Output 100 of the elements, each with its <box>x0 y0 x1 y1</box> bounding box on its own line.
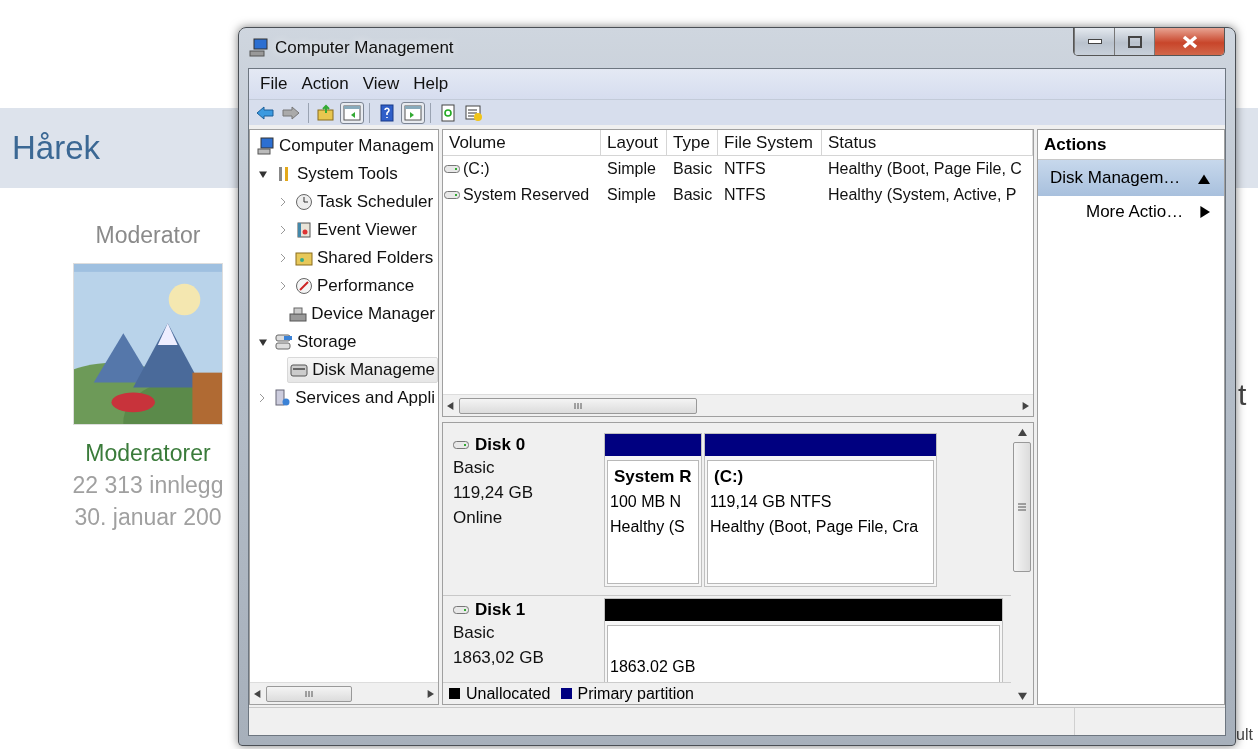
toolbar-button[interactable] <box>340 101 364 124</box>
scrollbar-thumb[interactable] <box>459 397 697 414</box>
background-text-fragment: t <box>1238 378 1247 412</box>
menu-item[interactable]: View <box>355 74 407 94</box>
tree-item[interactable]: Performance <box>292 273 418 299</box>
table-cell-text: Simple <box>606 185 657 205</box>
legend-label: Unallocated <box>466 684 551 703</box>
scrollbar-thumb[interactable] <box>1013 442 1031 572</box>
column-header[interactable]: Status <box>822 130 1033 155</box>
back-arrow-icon <box>256 103 274 122</box>
drive-icon <box>444 190 460 200</box>
menu-item[interactable]: Action <box>294 74 356 94</box>
tree-item[interactable]: System Tools <box>272 161 401 187</box>
table-cell-text: Simple <box>606 159 657 179</box>
toolbar-button[interactable] <box>401 101 425 124</box>
scroll-down-button[interactable] <box>1017 691 1027 700</box>
disk-type: Basic <box>453 457 496 479</box>
column-header[interactable]: Volume <box>443 130 601 155</box>
tree-item[interactable]: Shared Folders <box>292 245 437 271</box>
disk-status: Online <box>453 507 504 529</box>
table-cell: System Reserved <box>443 182 601 208</box>
menu-item[interactable]: File <box>253 74 295 94</box>
refresh-icon <box>439 103 457 122</box>
scroll-right-button[interactable] <box>1021 401 1029 410</box>
partition-size: 1863.02 GB <box>610 657 697 677</box>
expanded-triangle-icon[interactable] <box>259 170 267 178</box>
menu-item[interactable]: Help <box>406 74 456 94</box>
pane-left-icon <box>343 103 361 122</box>
tree-item[interactable]: Services and Appli <box>270 385 438 411</box>
server-gear-icon <box>273 389 292 407</box>
tree-item[interactable]: Disk Manageme <box>287 357 438 383</box>
disk-name: Disk 0 <box>475 435 526 455</box>
collapse-triangle-icon <box>1198 172 1210 184</box>
window-title: Computer Management <box>275 38 454 58</box>
close-icon <box>1181 34 1198 49</box>
join-date: 30. januar 200 <box>74 503 222 532</box>
tree-item[interactable]: Storage <box>272 329 360 355</box>
scrollbar-thumb[interactable] <box>266 685 352 702</box>
disk-name: Disk 1 <box>475 600 526 620</box>
user-group-link[interactable]: Moderatorer <box>85 437 211 469</box>
column-header[interactable]: File System <box>718 130 822 155</box>
partition-status: Healthy (S <box>610 517 686 537</box>
partition-block[interactable]: (C:) 119,14 GB NTFS Healthy (Boot, Page File, Cra <box>704 433 937 587</box>
user-name-heading: Hårek <box>12 129 101 167</box>
scroll-right-button[interactable] <box>426 689 434 698</box>
tree-item[interactable]: Event Viewer <box>292 217 420 243</box>
chevron-icon[interactable] <box>279 281 287 291</box>
table-cell-text: Basic <box>672 159 714 179</box>
column-header[interactable]: Layout <box>601 130 667 155</box>
gauge-icon <box>295 277 313 295</box>
partition-size: 100 MB N <box>610 492 683 512</box>
device-icon <box>289 305 308 323</box>
minimize-icon <box>1087 39 1102 44</box>
partition-size: 119,14 GB NTFS <box>710 492 833 512</box>
drive-icon <box>453 440 469 450</box>
drive-icon <box>453 605 469 615</box>
tree-item[interactable]: Device Manager <box>286 301 438 327</box>
table-cell-text: Healthy (Boot, Page File, C <box>827 159 1023 179</box>
expanded-triangle-icon[interactable] <box>259 338 267 346</box>
up-folder-icon <box>317 103 335 122</box>
help-icon <box>378 103 396 122</box>
pane-section-row[interactable]: Disk Managem… <box>1038 160 1224 196</box>
grip-icon <box>573 401 583 410</box>
grip-icon <box>304 689 314 698</box>
submenu-entry[interactable]: More Actio… <box>1038 196 1224 228</box>
maximize-button[interactable] <box>1114 28 1154 55</box>
partition-title: System R <box>613 466 693 488</box>
disk-drive-icon <box>290 361 309 379</box>
tree-item[interactable]: Task Scheduler <box>292 189 437 215</box>
clock-icon <box>295 193 313 211</box>
table-cell-text: Basic <box>672 185 714 205</box>
tree-item[interactable]: Computer Managem <box>254 133 437 159</box>
pane-right-icon <box>404 103 422 122</box>
properties-icon <box>465 103 483 122</box>
computer-icon <box>257 137 275 155</box>
chevron-icon[interactable] <box>279 225 287 235</box>
submenu-triangle-icon <box>1198 206 1210 218</box>
table-cell: (C:) <box>443 156 601 182</box>
close-button[interactable] <box>1154 28 1224 55</box>
log-book-icon <box>295 221 313 239</box>
table-cell-text: NTFS <box>723 159 767 179</box>
partition-block[interactable]: 1863.02 GB <box>604 598 1003 682</box>
chevron-icon[interactable] <box>258 393 266 403</box>
partition-status: Healthy (Boot, Page File, Cra <box>710 517 920 537</box>
chevron-icon[interactable] <box>279 197 287 207</box>
chevron-icon[interactable] <box>279 253 287 263</box>
minimize-button[interactable] <box>1074 28 1114 55</box>
scroll-up-button[interactable] <box>1017 427 1027 436</box>
table-cell-text: NTFS <box>723 185 767 205</box>
partition-block[interactable]: System R 100 MB N Healthy (S <box>604 433 702 587</box>
storage-icon <box>275 333 293 351</box>
column-header[interactable]: Type <box>667 130 718 155</box>
disk-size: 119,24 GB <box>453 482 535 504</box>
drive-icon <box>444 164 460 174</box>
user-role: Moderator <box>95 222 201 249</box>
partition-title: (C:) <box>713 466 745 488</box>
scroll-left-button[interactable] <box>447 401 455 410</box>
maximize-icon <box>1127 35 1142 48</box>
scroll-left-button[interactable] <box>254 689 262 698</box>
forward-arrow-icon <box>282 103 300 122</box>
